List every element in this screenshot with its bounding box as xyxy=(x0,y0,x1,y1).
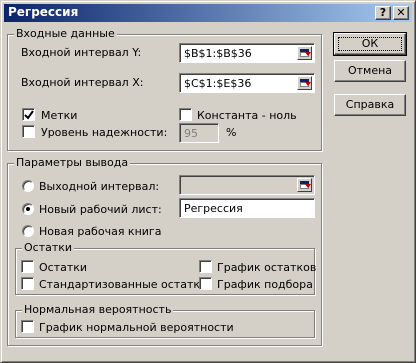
normal-probability-plot-label[interactable]: График нормальной вероятности xyxy=(39,321,234,334)
y-range-input[interactable]: $B$1:$B$36 xyxy=(179,43,315,63)
output-range-label[interactable]: Выходной интервал: xyxy=(39,180,159,193)
dialog-title: Регрессия xyxy=(8,5,79,19)
y-range-collapse-button[interactable] xyxy=(297,46,312,60)
title-bar: Регрессия ? ✕ xyxy=(4,4,412,22)
labels-checkbox[interactable] xyxy=(22,108,35,121)
question-icon: ? xyxy=(379,6,387,19)
help-title-button[interactable]: ? xyxy=(375,6,391,20)
help-button[interactable]: Справка xyxy=(334,94,406,116)
residuals-label[interactable]: Остатки xyxy=(39,261,87,274)
new-sheet-name-value: Регрессия xyxy=(184,202,243,215)
line-fit-plots-label[interactable]: График подбора xyxy=(217,278,313,291)
labels-label[interactable]: Метки xyxy=(41,109,77,122)
new-sheet-label[interactable]: Новый рабочий лист: xyxy=(39,203,162,216)
residuals-checkbox[interactable] xyxy=(21,260,34,273)
new-sheet-radio[interactable] xyxy=(22,203,34,215)
output-range-radio[interactable] xyxy=(22,180,34,192)
help-button-label: Справка xyxy=(345,98,395,111)
x-range-label: Входной интервал X: xyxy=(21,76,144,89)
line-fit-plots-checkbox[interactable] xyxy=(199,277,212,290)
confidence-level-value: 95 xyxy=(184,127,198,140)
residuals-group-title: Остатки xyxy=(22,241,75,254)
close-title-button[interactable]: ✕ xyxy=(393,6,409,20)
new-sheet-name-input[interactable]: Регрессия xyxy=(179,198,315,218)
input-data-group-title: Входные данные xyxy=(14,27,117,40)
y-range-label: Входной интервал Y: xyxy=(21,46,142,59)
regression-dialog: Регрессия ? ✕ Входные данные Входной инт… xyxy=(0,0,416,363)
cancel-button-label: Отмена xyxy=(347,64,393,77)
normal-probability-plot-checkbox[interactable] xyxy=(21,320,34,333)
standardized-residuals-checkbox[interactable] xyxy=(21,277,34,290)
x-range-collapse-button[interactable] xyxy=(297,76,312,90)
x-range-input[interactable]: $C$1:$E$36 xyxy=(179,73,315,93)
residual-plots-checkbox[interactable] xyxy=(199,260,212,273)
output-range-input[interactable] xyxy=(179,175,315,195)
confidence-level-label[interactable]: Уровень надежности: xyxy=(41,126,167,139)
new-workbook-label[interactable]: Новая рабочая книга xyxy=(39,225,161,238)
output-options-group-title: Параметры вывода xyxy=(14,156,131,169)
new-workbook-radio[interactable] xyxy=(22,225,34,237)
constant-zero-label[interactable]: Константа - ноль xyxy=(197,109,297,122)
y-range-value: $B$1:$B$36 xyxy=(184,47,252,60)
confidence-level-checkbox[interactable] xyxy=(22,125,35,138)
standardized-residuals-label[interactable]: Стандартизованные остатки xyxy=(39,278,207,291)
cancel-button[interactable]: Отмена xyxy=(334,60,406,82)
output-range-collapse-button[interactable] xyxy=(297,178,312,192)
confidence-level-input[interactable]: 95 xyxy=(179,123,219,143)
radio-selected-dot xyxy=(26,207,30,211)
normal-probability-group-title: Нормальная вероятность xyxy=(22,303,174,316)
percent-sign: % xyxy=(226,126,237,139)
residual-plots-label[interactable]: График остатков xyxy=(217,261,316,274)
close-icon: ✕ xyxy=(396,6,406,19)
checkmark-icon xyxy=(24,110,34,120)
x-range-value: $C$1:$E$36 xyxy=(184,77,252,90)
ok-button[interactable]: ОК xyxy=(333,32,407,56)
constant-zero-checkbox[interactable] xyxy=(179,108,192,121)
